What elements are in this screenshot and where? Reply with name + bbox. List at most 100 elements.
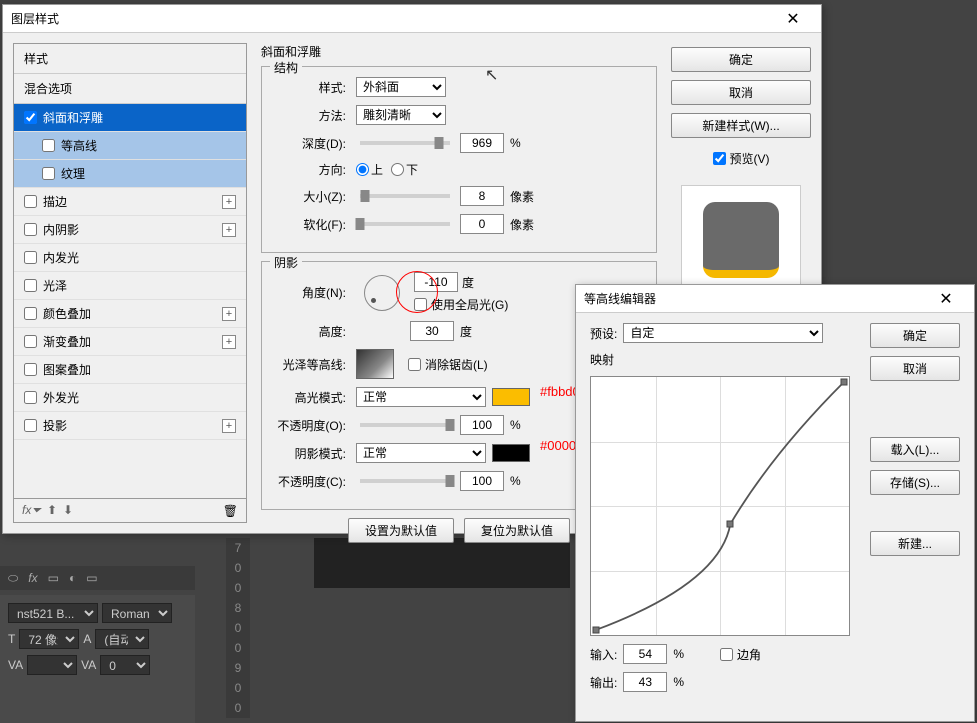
new-style-button[interactable]: 新建样式(W)...	[671, 113, 811, 138]
shadow-opacity-input[interactable]	[460, 471, 504, 491]
style-checkbox[interactable]	[24, 251, 37, 264]
direction-down[interactable]: 下	[391, 161, 418, 178]
font-family-select[interactable]: nst521 B...	[8, 603, 98, 623]
leading-select[interactable]: (自动)	[95, 629, 149, 649]
style-item-图案叠加[interactable]: 图案叠加	[14, 356, 246, 384]
contour-output-value[interactable]	[623, 672, 667, 692]
shading-label: 阴影	[270, 254, 302, 271]
styles-header[interactable]: 样式	[14, 44, 246, 74]
fx-icon: fx	[28, 571, 37, 585]
style-item-纹理[interactable]: 纹理	[14, 160, 246, 188]
style-item-内阴影[interactable]: 内阴影 +	[14, 216, 246, 244]
shadow-opacity-slider[interactable]	[360, 479, 450, 483]
style-item-斜面和浮雕[interactable]: 斜面和浮雕	[14, 104, 246, 132]
style-select[interactable]: 外斜面	[356, 77, 446, 97]
depth-input[interactable]	[460, 133, 504, 153]
style-item-等高线[interactable]: 等高线	[14, 132, 246, 160]
corner-checkbox[interactable]: 边角	[720, 646, 761, 663]
style-checkbox[interactable]	[42, 167, 55, 180]
fill-icon: ◐	[69, 571, 76, 585]
style-checkbox[interactable]	[24, 307, 37, 320]
kerning-select[interactable]	[27, 655, 77, 675]
soften-slider[interactable]	[360, 222, 450, 226]
shadow-opacity-label: 不透明度(C):	[276, 473, 346, 490]
fx-footer-icon[interactable]: fx⏷	[22, 503, 41, 518]
style-checkbox[interactable]	[24, 279, 37, 292]
ok-button[interactable]: 确定	[671, 47, 811, 72]
depth-slider[interactable]	[360, 141, 450, 145]
vertical-ruler: 700800900	[226, 538, 250, 718]
preset-select[interactable]: 自定	[623, 323, 823, 343]
style-label: 样式:	[276, 79, 346, 96]
curve-point-start[interactable]	[593, 626, 600, 633]
style-item-内发光[interactable]: 内发光	[14, 244, 246, 272]
make-default-button[interactable]: 设置为默认值	[348, 518, 454, 543]
down-icon[interactable]: ⬇	[63, 503, 73, 518]
style-item-外发光[interactable]: 外发光	[14, 384, 246, 412]
contour-save-button[interactable]: 存储(S)...	[870, 470, 960, 495]
output-label: 输出:	[590, 674, 617, 691]
preview-checkbox[interactable]: 预览(V)	[671, 150, 811, 167]
contour-editor-dialog: 等高线编辑器 ✕ 预设: 自定 映射 输入:	[575, 284, 975, 722]
contour-cancel-button[interactable]: 取消	[870, 356, 960, 381]
style-item-颜色叠加[interactable]: 颜色叠加+	[14, 300, 246, 328]
shadow-mode-select[interactable]: 正常	[356, 443, 486, 463]
curve-editor[interactable]	[590, 376, 850, 636]
style-checkbox[interactable]	[24, 335, 37, 348]
contour-load-button[interactable]: 载入(L)...	[870, 437, 960, 462]
style-item-光泽[interactable]: 光泽	[14, 272, 246, 300]
va-icon: VA	[8, 658, 23, 672]
style-checkbox[interactable]	[24, 195, 37, 208]
highlight-color-swatch[interactable]	[492, 388, 530, 406]
soften-input[interactable]	[460, 214, 504, 234]
style-item-投影[interactable]: 投影+	[14, 412, 246, 440]
shadow-color-swatch[interactable]	[492, 444, 530, 462]
contour-input-value[interactable]	[623, 644, 667, 664]
style-checkbox[interactable]	[24, 223, 37, 236]
add-effect-icon[interactable]: +	[222, 419, 236, 433]
antialias-checkbox[interactable]: 消除锯齿(L)	[408, 356, 488, 373]
cancel-button[interactable]: 取消	[671, 80, 811, 105]
style-checkbox[interactable]	[42, 139, 55, 152]
style-checkbox[interactable]	[24, 363, 37, 376]
add-effect-icon[interactable]: +	[222, 307, 236, 321]
up-icon[interactable]: ⬆	[47, 503, 57, 518]
curve-point-mid[interactable]	[727, 521, 734, 528]
style-item-描边[interactable]: 描边+	[14, 188, 246, 216]
add-effect-icon[interactable]: +	[222, 223, 236, 237]
gloss-contour-picker[interactable]	[356, 349, 394, 379]
altitude-input[interactable]	[410, 321, 454, 341]
blend-options-header[interactable]: 混合选项	[14, 74, 246, 104]
style-checkbox[interactable]	[24, 111, 37, 124]
style-item-label: 等高线	[61, 137, 97, 154]
canvas-dark-area	[314, 538, 570, 588]
contour-close-button[interactable]: ✕	[926, 289, 966, 309]
size-slider[interactable]	[360, 194, 450, 198]
style-checkbox[interactable]	[24, 419, 37, 432]
contour-new-button[interactable]: 新建...	[870, 531, 960, 556]
add-effect-icon[interactable]: +	[222, 195, 236, 209]
style-checkbox[interactable]	[24, 391, 37, 404]
technique-label: 方法:	[276, 107, 346, 124]
add-effect-icon[interactable]: +	[222, 335, 236, 349]
font-style-select[interactable]: Roman	[102, 603, 172, 623]
curve-point-end[interactable]	[840, 379, 847, 386]
style-item-label: 图案叠加	[43, 361, 91, 378]
reset-default-button[interactable]: 复位为默认值	[464, 518, 570, 543]
style-footer: fx⏷ ⬆ ⬇ 🗑	[14, 498, 246, 522]
close-button[interactable]: ✕	[773, 9, 813, 29]
technique-select[interactable]: 雕刻清晰	[356, 105, 446, 125]
contour-ok-button[interactable]: 确定	[870, 323, 960, 348]
highlight-mode-label: 高光模式:	[276, 389, 346, 406]
highlight-opacity-input[interactable]	[460, 415, 504, 435]
direction-up[interactable]: 上	[356, 161, 383, 178]
tracking-select[interactable]: 0	[100, 655, 150, 675]
size-input[interactable]	[460, 186, 504, 206]
angle-wheel[interactable]	[364, 275, 400, 311]
highlight-opacity-slider[interactable]	[360, 423, 450, 427]
style-item-渐变叠加[interactable]: 渐变叠加+	[14, 328, 246, 356]
highlight-mode-select[interactable]: 正常	[356, 387, 486, 407]
font-size-select[interactable]: 72 像素	[19, 629, 79, 649]
trash-icon[interactable]: 🗑	[223, 504, 238, 518]
style-item-label: 内阴影	[43, 221, 79, 238]
